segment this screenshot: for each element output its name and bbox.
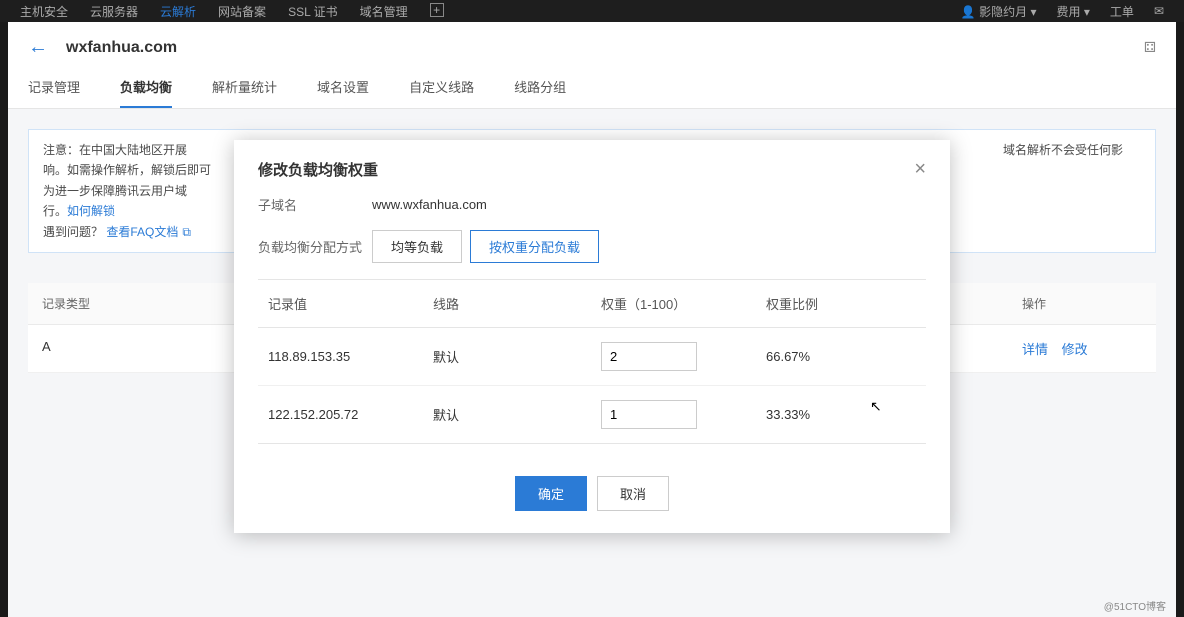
- rec-head: 记录值 线路 权重（1-100） 权重比例: [258, 280, 926, 328]
- th-record-value: 记录值: [268, 294, 433, 313]
- cell-record-value: 122.152.205.72: [268, 407, 433, 422]
- cell-line: 默认: [433, 347, 601, 366]
- th-weight: 权重（1-100）: [601, 294, 766, 313]
- cancel-button[interactable]: 取消: [597, 476, 669, 511]
- modal-records-table: 记录值 线路 权重（1-100） 权重比例 118.89.153.35 默认 6…: [258, 279, 926, 444]
- weight-input[interactable]: [601, 342, 697, 371]
- watermark: @51CTO博客: [1104, 598, 1166, 613]
- modal-header: 修改负载均衡权重 ×: [234, 140, 950, 187]
- modal-overlay: 修改负载均衡权重 × 子域名 www.wxfanhua.com 负载均衡分配方式…: [8, 22, 1176, 617]
- user-icon: 👤: [961, 5, 976, 19]
- edit-weight-modal: 修改负载均衡权重 × 子域名 www.wxfanhua.com 负载均衡分配方式…: [234, 140, 950, 533]
- mail-icon[interactable]: ✉: [1154, 4, 1164, 18]
- nav-item-ssl[interactable]: SSL 证书: [288, 3, 338, 20]
- modal-body: 子域名 www.wxfanhua.com 负载均衡分配方式 均等负载 按权重分配…: [234, 187, 950, 464]
- th-ratio: 权重比例: [766, 294, 916, 313]
- order-link[interactable]: 工单: [1110, 3, 1134, 20]
- main-area: ← wxfanhua.com ⚃ 记录管理 负载均衡 解析量统计 域名设置 自定…: [8, 22, 1176, 617]
- top-nav-right: 👤 影隐约月 ▾ 费用 ▾ 工单 ✉: [961, 3, 1164, 20]
- value-subdomain: www.wxfanhua.com: [372, 197, 487, 212]
- rec-row: 122.152.205.72 默认 33.33%: [258, 386, 926, 443]
- modal-title: 修改负载均衡权重: [258, 159, 378, 180]
- modal-footer: 确定 取消: [234, 464, 950, 533]
- ok-button[interactable]: 确定: [515, 476, 587, 511]
- label-subdomain: 子域名: [258, 195, 372, 214]
- mode-weight-button[interactable]: 按权重分配负载: [470, 230, 599, 263]
- th-line: 线路: [433, 294, 601, 313]
- top-nav: 主机安全 云服务器 云解析 网站备案 SSL 证书 域名管理 + 👤 影隐约月 …: [0, 0, 1184, 22]
- user-menu[interactable]: 👤 影隐约月 ▾: [961, 3, 1037, 20]
- nav-item-dns[interactable]: 云解析: [160, 3, 196, 20]
- row-mode: 负载均衡分配方式 均等负载 按权重分配负载: [258, 230, 926, 263]
- label-mode: 负载均衡分配方式: [258, 237, 372, 256]
- cell-record-value: 118.89.153.35: [268, 349, 433, 364]
- close-icon[interactable]: ×: [914, 158, 926, 181]
- weight-input[interactable]: [601, 400, 697, 429]
- row-subdomain: 子域名 www.wxfanhua.com: [258, 195, 926, 214]
- nav-item-cvm[interactable]: 云服务器: [90, 3, 138, 20]
- rec-row: 118.89.153.35 默认 66.67%: [258, 328, 926, 386]
- cell-ratio: 66.67%: [766, 349, 916, 364]
- mode-equal-button[interactable]: 均等负载: [372, 230, 462, 263]
- nav-item-beian[interactable]: 网站备案: [218, 3, 266, 20]
- top-nav-left: 主机安全 云服务器 云解析 网站备案 SSL 证书 域名管理 +: [20, 3, 444, 20]
- cost-menu[interactable]: 费用 ▾: [1057, 3, 1090, 20]
- plus-icon[interactable]: +: [430, 3, 444, 17]
- mode-radio-group: 均等负载 按权重分配负载: [372, 230, 599, 263]
- nav-item-host[interactable]: 主机安全: [20, 3, 68, 20]
- nav-item-domain[interactable]: 域名管理: [360, 3, 408, 20]
- cell-line: 默认: [433, 405, 601, 424]
- cell-ratio: 33.33%: [766, 407, 916, 422]
